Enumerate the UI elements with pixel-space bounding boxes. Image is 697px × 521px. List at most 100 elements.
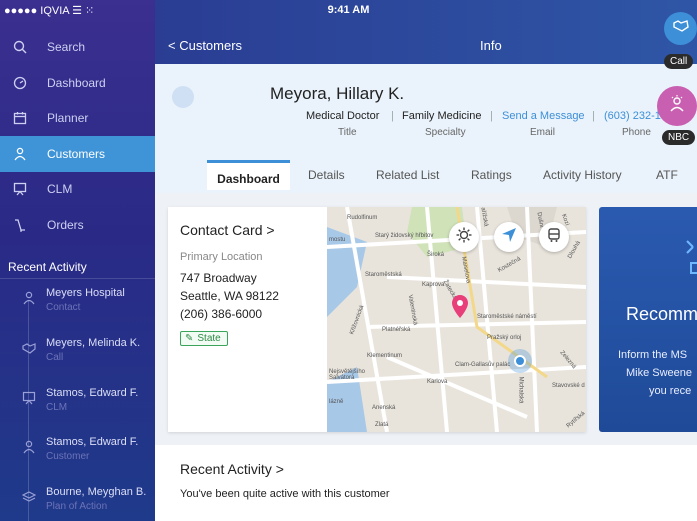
sidebar-item-dashboard[interactable]: Dashboard <box>0 65 155 101</box>
search-icon <box>12 39 28 55</box>
specialty-label: Specialty <box>425 127 466 138</box>
title-value: Medical Doctor <box>306 110 380 122</box>
layers-icon <box>21 490 37 504</box>
calendar-icon <box>12 110 28 126</box>
recent-activity-card <box>155 445 697 521</box>
map-label: Starý židovský hřbitov <box>375 233 434 239</box>
map-label: lázně <box>329 399 344 405</box>
person-icon <box>12 146 28 162</box>
recommendation-text: Inform the MS <box>618 349 688 361</box>
phone-link[interactable]: (603) 232-1 <box>604 110 661 122</box>
recent-item-type: CLM <box>46 402 68 413</box>
settings-map-button[interactable] <box>449 222 479 252</box>
contact-card-title[interactable]: Contact Card > <box>180 222 275 238</box>
current-location-icon <box>507 348 533 379</box>
navigation-arrow-icon <box>501 227 517 248</box>
location-pin-icon[interactable] <box>451 295 469 324</box>
avatar <box>172 86 194 108</box>
map-label: Kaprova <box>422 282 445 288</box>
tab-dashboard[interactable]: Dashboard <box>207 160 290 190</box>
map-label: Karlova <box>427 379 448 385</box>
tab-atf[interactable]: ATF <box>656 168 678 182</box>
separator: | <box>490 110 493 122</box>
separator: | <box>391 110 394 122</box>
recommendation-title: Recomm <box>626 304 697 324</box>
primary-location-label: Primary Location <box>180 251 263 263</box>
timeline-line <box>28 300 29 521</box>
map-label: Široká <box>427 252 445 258</box>
map-label: Staroměstské náměstí <box>477 314 537 320</box>
sidebar-item-label: Search <box>47 40 86 54</box>
sidebar-item-search[interactable]: Search <box>0 29 155 65</box>
phone-number[interactable]: (206) 386-6000 <box>180 307 262 321</box>
recent-item-name: Stamos, Edward F. <box>46 436 139 448</box>
email-label: Email <box>530 127 556 138</box>
recent-item-type: Plan of Action <box>46 501 108 512</box>
sidebar-item-label: Planner <box>47 111 89 125</box>
state-badge-label: State <box>197 333 221 344</box>
recent-item-name: Meyers, Melinda K. <box>46 337 141 349</box>
sidebar-item-orders[interactable]: Orders <box>0 207 155 243</box>
map-label: Anenská <box>372 405 396 411</box>
recent-activity-title[interactable]: Recent Activity > <box>180 461 284 477</box>
map-label: Clam-Gallasův palác <box>455 362 511 368</box>
divider <box>0 278 155 279</box>
sidebar-item-label: Customers <box>47 147 106 161</box>
address-line-2: Seattle, WA 98122 <box>180 289 279 303</box>
gear-icon <box>456 227 472 248</box>
recent-item-type: Call <box>46 352 64 363</box>
call-fab-label: Call <box>664 54 694 69</box>
specialty-value: Family Medicine <box>402 110 482 122</box>
pencil-icon: ✎ <box>185 333 194 344</box>
map-label: Pražský orloj <box>487 335 522 341</box>
map-label: Staroměstská <box>365 272 402 278</box>
handshake-icon <box>22 341 36 355</box>
map-label: Stavovské d <box>552 383 585 389</box>
person-icon <box>22 291 36 305</box>
title-label: Title <box>338 127 357 138</box>
map-label: mostu <box>329 237 346 243</box>
email-link[interactable]: Send a Message <box>502 110 585 122</box>
map-label: Platnéřská <box>382 327 411 333</box>
presentation-icon <box>22 391 36 405</box>
tab-bar: Dashboard Details Related List Ratings A… <box>155 160 697 193</box>
sidebar-item-label: Orders <box>47 218 84 232</box>
presentation-icon <box>12 181 28 197</box>
sidebar-item-customers[interactable]: Customers <box>0 136 155 172</box>
recent-item-name: Bourne, Meyghan B. <box>46 486 147 498</box>
customer-name: Meyora, Hillary K. <box>270 84 405 103</box>
map-label: Rudolfinum <box>347 215 378 221</box>
tab-details[interactable]: Details <box>308 168 345 182</box>
page-title: Info <box>480 38 502 53</box>
orders-icon <box>12 217 28 233</box>
person-sparkle-icon <box>668 94 686 118</box>
nbc-fab[interactable] <box>657 86 697 126</box>
state-badge: ✎ State <box>180 331 228 346</box>
map-label: Michalská <box>517 376 524 404</box>
recent-item-type: Customer <box>46 451 90 462</box>
phone-label: Phone <box>622 127 651 138</box>
map-label: Klementinum <box>367 353 403 359</box>
recommendation-card[interactable]: Recomm Inform the MS Mike Sweene you rec… <box>599 207 697 432</box>
car-icon <box>546 227 562 248</box>
recommendation-icon <box>685 239 697 280</box>
gauge-icon <box>12 75 28 91</box>
status-bar: ●●●●● IQVIA ☰ ⁙ 9:41 AM <box>0 0 697 20</box>
map[interactable]: Rudolfinum Starý židovský hřbitov Široká… <box>327 207 586 432</box>
back-button[interactable]: < Customers <box>168 38 242 53</box>
sidebar-item-clm[interactable]: CLM <box>0 171 155 207</box>
sidebar: Search Dashboard Planner Customers CLM O… <box>0 0 155 521</box>
sidebar-item-label: Dashboard <box>47 76 106 90</box>
recent-item-name: Stamos, Edward F. <box>46 387 139 399</box>
locate-map-button[interactable] <box>494 222 524 252</box>
handshake-icon <box>672 19 689 38</box>
directions-map-button[interactable] <box>539 222 569 252</box>
address-line-1: 747 Broadway <box>180 271 257 285</box>
sidebar-item-planner[interactable]: Planner <box>0 100 155 136</box>
tab-activity-history[interactable]: Activity History <box>543 168 622 182</box>
tab-ratings[interactable]: Ratings <box>471 168 512 182</box>
recommendation-text: Mike Sweene <box>626 367 693 379</box>
sidebar-item-label: CLM <box>47 182 73 196</box>
tab-related-list[interactable]: Related List <box>376 168 439 182</box>
recent-activity-description: You've been quite active with this custo… <box>180 488 390 500</box>
